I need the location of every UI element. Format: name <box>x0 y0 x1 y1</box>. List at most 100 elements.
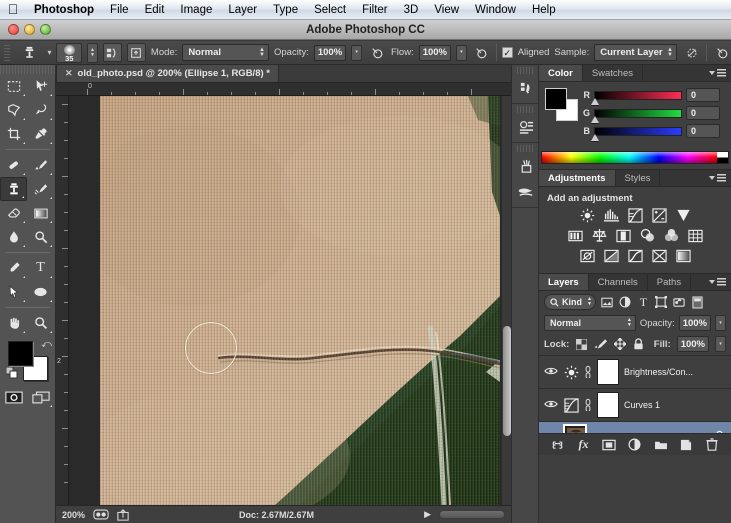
history-panel-collapsed[interactable] <box>512 67 538 104</box>
menu-file[interactable]: File <box>102 0 137 20</box>
link-layers-icon[interactable] <box>550 437 566 453</box>
color-panel-menu-icon[interactable] <box>704 65 731 81</box>
play-icon[interactable]: ▶ <box>424 509 431 520</box>
panel-grip[interactable] <box>517 145 533 152</box>
foreground-color-swatch[interactable] <box>545 88 567 110</box>
menu-help[interactable]: Help <box>524 0 564 20</box>
exposure-icon[interactable] <box>651 208 668 223</box>
slider-knob[interactable] <box>591 115 599 123</box>
new-adjustment-icon[interactable] <box>627 437 643 453</box>
vibrance-icon[interactable] <box>675 208 692 223</box>
status-resize-strip[interactable] <box>439 510 505 519</box>
g-value-input[interactable]: 0 <box>686 106 720 120</box>
filter-type-icon[interactable]: T <box>637 295 650 309</box>
delete-layer-icon[interactable] <box>704 437 720 453</box>
filter-pixels-icon[interactable] <box>601 295 614 309</box>
layer-opacity-input[interactable]: 100% <box>678 315 711 331</box>
layer-blend-mode-select[interactable]: Normal ▲ ▼ <box>544 315 636 331</box>
tab-channels[interactable]: Channels <box>589 274 648 290</box>
threshold-icon[interactable] <box>627 248 644 263</box>
gradient-map-icon[interactable] <box>675 248 692 263</box>
fill-dropdown-icon[interactable]: ▾ <box>715 336 726 352</box>
menu-layer[interactable]: Layer <box>220 0 265 20</box>
curves-icon[interactable] <box>627 208 644 223</box>
r-value-input[interactable]: 0 <box>686 88 720 102</box>
layer-name[interactable]: Brightness/Con... <box>624 367 693 377</box>
menu-select[interactable]: Select <box>306 0 354 20</box>
blur-tool[interactable] <box>0 225 27 249</box>
menu-window[interactable]: Window <box>467 0 524 20</box>
slider-knob[interactable] <box>591 97 599 105</box>
foreground-color-swatch[interactable] <box>8 341 33 366</box>
options-bar-grip[interactable] <box>4 44 10 61</box>
pen-tool[interactable] <box>0 256 27 280</box>
brush-presets-icon[interactable] <box>512 179 540 205</box>
layer-visibility-icon[interactable] <box>543 399 558 412</box>
flow-input[interactable]: 100% <box>418 44 452 61</box>
crop-tool[interactable] <box>0 122 27 146</box>
tab-paths[interactable]: Paths <box>648 274 692 290</box>
layer-mask-link-icon[interactable] <box>584 398 592 413</box>
brush-icon[interactable] <box>512 153 540 179</box>
blend-mode-select[interactable]: Normal ▲ ▼ <box>182 44 269 61</box>
canvas-area[interactable] <box>69 96 511 505</box>
menu-3d[interactable]: 3D <box>396 0 427 20</box>
zoom-tool[interactable] <box>27 311 54 335</box>
b-value-input[interactable]: 0 <box>686 124 720 138</box>
channel-mixer-icon[interactable] <box>663 228 680 243</box>
g-slider[interactable] <box>591 108 682 123</box>
panel-grip[interactable] <box>517 67 533 74</box>
opacity-input[interactable]: 100% <box>313 44 347 61</box>
ellipse-tool[interactable] <box>27 280 54 304</box>
menu-photoshop[interactable]: Photoshop <box>26 0 102 20</box>
eyedropper-tool[interactable] <box>27 122 54 146</box>
quick-mask-mode-icon[interactable] <box>0 385 27 409</box>
ignore-adjustment-layers-icon[interactable] <box>682 43 701 62</box>
tab-adjustments[interactable]: Adjustments <box>539 170 616 186</box>
layer-mask-thumbnail[interactable] <box>597 359 619 385</box>
tab-layers[interactable]: Layers <box>539 274 589 290</box>
clone-stamp-icon[interactable] <box>17 43 43 62</box>
spectrum-white-black[interactable] <box>717 152 728 163</box>
aligned-checkbox[interactable]: ✓ <box>501 47 513 58</box>
add-mask-icon[interactable] <box>601 437 617 453</box>
menu-edit[interactable]: Edit <box>137 0 173 20</box>
default-colors-icon[interactable] <box>5 366 18 379</box>
lock-image-icon[interactable] <box>594 337 608 351</box>
brush-tool[interactable] <box>27 153 54 177</box>
spectrum-gradient[interactable] <box>542 152 717 163</box>
hue-saturation-icon[interactable] <box>567 228 584 243</box>
type-tool[interactable]: T <box>27 256 54 280</box>
tab-swatches[interactable]: Swatches <box>583 65 643 81</box>
layer-mask-link-icon[interactable] <box>584 365 592 380</box>
clone-stamp-tool[interactable] <box>0 177 27 201</box>
filter-adjustment-icon[interactable] <box>619 295 632 309</box>
tool-preset-chevron-icon[interactable]: ▾ <box>47 48 51 57</box>
add-style-icon[interactable]: fx <box>576 437 592 453</box>
filter-shape-icon[interactable] <box>655 295 668 309</box>
selective-color-icon[interactable] <box>651 248 668 263</box>
menu-view[interactable]: View <box>426 0 467 20</box>
tools-panel-grip[interactable] <box>0 65 55 74</box>
close-icon[interactable]: ✕ <box>65 68 73 79</box>
history-brush-tool[interactable] <box>27 177 54 201</box>
lock-position-icon[interactable] <box>613 337 626 351</box>
screen-mode-icon[interactable] <box>27 385 54 409</box>
table-row[interactable]: Curves 1 <box>539 389 731 422</box>
swap-colors-icon[interactable]: ⤺ <box>41 339 52 350</box>
move-tool[interactable] <box>27 74 54 98</box>
quick-selection-tool[interactable] <box>27 98 54 122</box>
history-icon[interactable] <box>512 75 540 101</box>
filter-kind-select[interactable]: Kind ▲ ▼ <box>544 294 596 310</box>
document-tab[interactable]: ✕ old_photo.psd @ 200% (Ellipse 1, RGB/8… <box>56 64 279 82</box>
spot-healing-brush-tool[interactable] <box>0 153 27 177</box>
airbrush-icon[interactable] <box>472 43 491 62</box>
layer-mask-thumbnail[interactable] <box>597 392 619 418</box>
table-row[interactable]: Brightness/Con... <box>539 356 731 389</box>
levels-icon[interactable] <box>603 208 620 223</box>
tab-color[interactable]: Color <box>539 65 583 81</box>
filter-toggle-icon[interactable] <box>691 295 704 309</box>
new-layer-icon[interactable] <box>678 437 694 453</box>
posterize-icon[interactable] <box>603 248 620 263</box>
new-group-icon[interactable] <box>653 437 669 453</box>
